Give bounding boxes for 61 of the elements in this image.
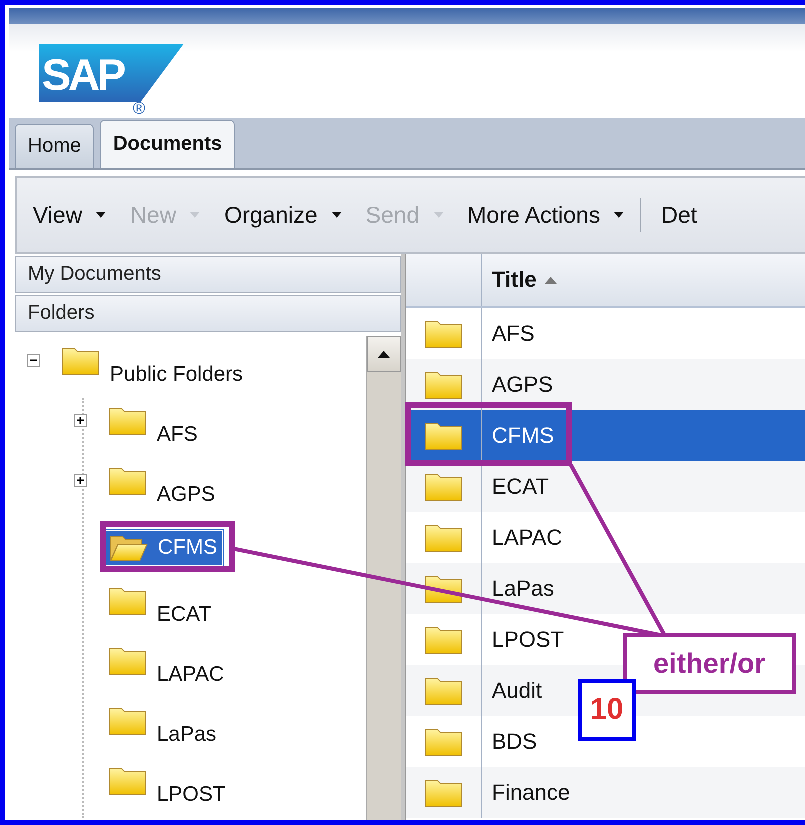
tree-item[interactable]: CFMS (105, 530, 222, 566)
table-cell-text: Finance (491, 778, 570, 806)
folder-icon (109, 466, 147, 496)
expand-icon[interactable] (74, 414, 87, 426)
tree-item[interactable]: Public Folders (58, 347, 248, 389)
section-header[interactable]: Folders (15, 295, 401, 332)
folder-icon (424, 472, 462, 502)
tree-item[interactable]: LPOST (105, 767, 230, 809)
table-row[interactable]: ECAT (406, 461, 805, 512)
tree-item[interactable]: AGPS (105, 467, 220, 509)
caret-icon (434, 212, 444, 218)
caret-icon (96, 212, 106, 218)
logo: SAP ® (39, 44, 184, 116)
callout: either/or (623, 633, 796, 694)
tab[interactable]: Home (15, 124, 94, 168)
folder-icon (109, 646, 147, 676)
expand-icon[interactable] (74, 474, 87, 486)
up-arrow-icon (378, 350, 390, 358)
folder-icon (424, 370, 462, 400)
table-row[interactable]: Finance (406, 767, 805, 818)
table-cell-text: LAPAC (491, 524, 563, 552)
caret-icon (332, 212, 342, 218)
scroll-up-button[interactable] (367, 336, 401, 372)
folder-icon (424, 726, 462, 756)
caret-icon (190, 212, 200, 218)
sort-up-icon (544, 276, 557, 284)
folder-icon (109, 766, 147, 796)
table-cell-text: BDS (491, 728, 538, 756)
tree-item[interactable]: AFS (105, 407, 202, 449)
column-header[interactable]: Title (482, 254, 557, 306)
table-row[interactable]: LaPas (406, 563, 805, 614)
table-cell-text: ECAT (491, 472, 550, 500)
step-number: 10 (578, 679, 636, 741)
folder-icon (109, 706, 147, 736)
menu-button[interactable]: View (23, 202, 116, 228)
folder-icon (424, 676, 462, 706)
folder-icon (424, 522, 462, 552)
folder-icon (109, 406, 147, 436)
section-header[interactable]: My Documents (15, 256, 401, 293)
folder-icon (424, 778, 462, 808)
folder-icon (62, 346, 100, 376)
table-row[interactable]: AGPS (406, 359, 805, 410)
menu-button[interactable]: More Actions (458, 202, 634, 228)
caret-icon (614, 212, 624, 218)
tree-item[interactable]: LAPAC (105, 647, 228, 689)
tree-item[interactable]: LaPas (105, 707, 221, 749)
table-cell-text: Audit (491, 676, 542, 704)
folder-icon (109, 586, 147, 616)
table-cell-text: AGPS (491, 370, 554, 398)
table-cell-text: LaPas (491, 574, 554, 602)
collapse-icon[interactable] (27, 354, 40, 366)
toolbar-button[interactable]: Det (651, 202, 708, 228)
folder-icon (424, 624, 462, 654)
table-cell-text: LPOST (491, 626, 564, 654)
table-cell-text: CFMS (491, 422, 554, 450)
tree-item[interactable]: ECAT (105, 587, 216, 629)
folder-icon (424, 420, 462, 450)
folder-icon (424, 318, 462, 348)
menu-button[interactable]: Organize (214, 202, 352, 228)
tab[interactable]: Documents (100, 120, 236, 168)
table-cell-text: AFS (491, 320, 535, 348)
